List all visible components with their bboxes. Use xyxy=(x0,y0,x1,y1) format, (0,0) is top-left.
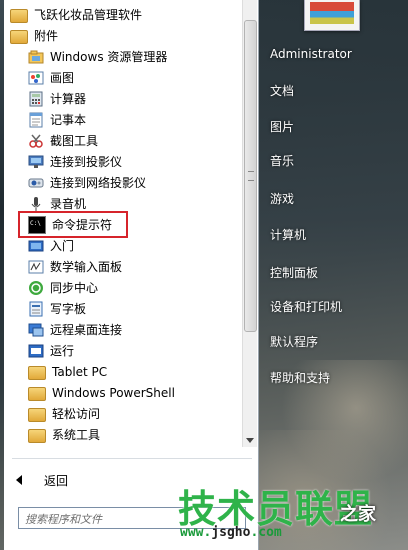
list-item[interactable]: 轻松访问 xyxy=(4,403,240,424)
paint-icon xyxy=(28,70,44,86)
getting-started-icon xyxy=(28,238,44,254)
math-panel-icon xyxy=(28,259,44,275)
list-item[interactable]: 记事本 xyxy=(4,109,240,130)
list-item[interactable]: 连接到网络投影仪 xyxy=(4,172,240,193)
calculator-icon xyxy=(28,91,44,107)
right-item-administrator[interactable]: Administrator xyxy=(270,47,352,61)
notepad-icon xyxy=(28,112,44,128)
back-label: 返回 xyxy=(44,473,69,488)
projector-icon xyxy=(28,154,44,170)
network-projector-icon xyxy=(28,175,44,191)
run-icon xyxy=(28,343,44,359)
wordpad-icon xyxy=(28,301,44,317)
list-item[interactable]: 运行 xyxy=(4,340,240,361)
list-item[interactable]: 同步中心 xyxy=(4,277,240,298)
right-item-computer[interactable]: 计算机 xyxy=(270,226,306,243)
list-item[interactable]: 系统工具 xyxy=(4,424,240,445)
scrollbar-thumb[interactable] xyxy=(244,20,257,332)
right-item-documents[interactable]: 文档 xyxy=(270,82,294,99)
right-item-games[interactable]: 游戏 xyxy=(270,190,294,207)
right-item-help-support[interactable]: 帮助和支持 xyxy=(270,369,330,386)
folder-icon xyxy=(10,29,28,44)
watermark-url: www.jsgho.com xyxy=(180,525,282,540)
divider xyxy=(12,458,252,459)
list-item[interactable]: 远程桌面连接 xyxy=(4,319,240,340)
scroll-down-icon[interactable] xyxy=(246,438,254,443)
back-button[interactable]: 返回 xyxy=(16,470,68,490)
right-item-music[interactable]: 音乐 xyxy=(270,152,294,169)
right-item-control-panel[interactable]: 控制面板 xyxy=(270,264,318,281)
list-item[interactable]: 入门 xyxy=(4,235,240,256)
folder-icon xyxy=(28,407,46,422)
list-item[interactable]: Tablet PC xyxy=(4,361,240,382)
list-item[interactable]: Windows PowerShell xyxy=(4,382,240,403)
folder-icon xyxy=(28,428,46,443)
list-item[interactable]: 截图工具 xyxy=(4,130,240,151)
snipping-tool-icon xyxy=(28,133,44,149)
user-avatar[interactable] xyxy=(304,0,360,31)
explorer-icon xyxy=(28,49,44,65)
list-item[interactable]: 计算器 xyxy=(4,88,240,109)
list-item[interactable]: 附件 xyxy=(4,25,240,46)
program-list: 飞跃化妆品管理软件 附件 Windows 资源管理器 画图 计算器 记事本 截图… xyxy=(4,0,240,447)
right-item-pictures[interactable]: 图片 xyxy=(270,118,294,135)
list-item[interactable]: 画图 xyxy=(4,67,240,88)
right-item-devices-printers[interactable]: 设备和打印机 xyxy=(270,298,342,315)
folder-icon xyxy=(28,386,46,401)
highlight-box xyxy=(18,211,128,238)
list-item[interactable]: 数学输入面板 xyxy=(4,256,240,277)
list-item[interactable]: 写字板 xyxy=(4,298,240,319)
list-item[interactable]: 飞跃化妆品管理软件 xyxy=(4,4,240,25)
folder-icon xyxy=(10,8,28,23)
avatar-picture xyxy=(310,2,354,24)
microphone-icon xyxy=(28,196,44,212)
watermark-side-text: 之家 xyxy=(340,504,376,525)
back-arrow-icon xyxy=(16,475,22,485)
remote-desktop-icon xyxy=(28,322,44,338)
list-item[interactable]: Windows 资源管理器 xyxy=(4,46,240,67)
right-item-default-programs[interactable]: 默认程序 xyxy=(270,333,318,350)
scrollbar[interactable] xyxy=(242,0,257,447)
program-list-panel: 飞跃化妆品管理软件 附件 Windows 资源管理器 画图 计算器 记事本 截图… xyxy=(4,0,259,550)
list-item[interactable]: 连接到投影仪 xyxy=(4,151,240,172)
folder-icon xyxy=(28,365,46,380)
sync-center-icon xyxy=(28,280,44,296)
grip-icon xyxy=(248,171,254,181)
